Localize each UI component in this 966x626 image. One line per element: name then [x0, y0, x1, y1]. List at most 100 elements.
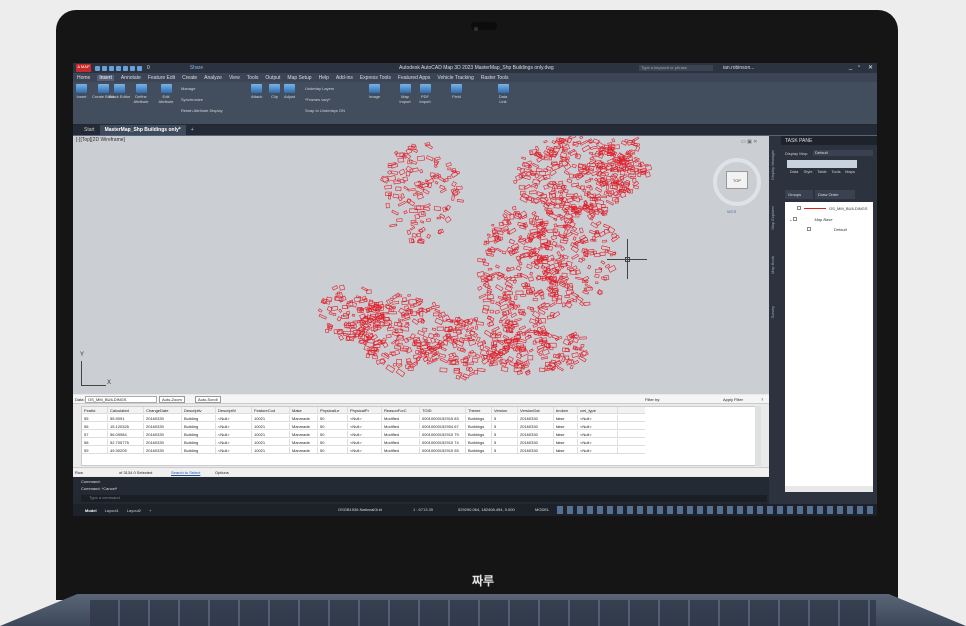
options-menu[interactable]: Options [215, 470, 229, 475]
ribbon-tab-analyze[interactable]: Analyze [204, 75, 222, 81]
data-tool[interactable]: Data [787, 160, 801, 174]
print-icon[interactable] [123, 65, 128, 71]
app-menu-button[interactable]: A MAP [76, 64, 91, 72]
column-header[interactable]: VersionDat [518, 407, 554, 413]
clip-button[interactable]: Clip [269, 84, 280, 99]
add-layout-icon[interactable]: + [145, 508, 155, 513]
map-import-button[interactable]: Map Import [397, 84, 413, 104]
open-icon[interactable] [102, 65, 107, 71]
column-header[interactable]: Calculated [108, 407, 144, 413]
table-row[interactable]: 55 55.9091 20160330 Building <Null> 10021 Manm… [82, 415, 645, 422]
underlay-layers-button[interactable]: Underlay Layers [305, 86, 334, 91]
data-link-button[interactable]: Data Link [495, 84, 511, 104]
table-row[interactable]: 59 49.30205 20160330 Building <Null> 10021 Man… [82, 447, 645, 454]
viewport-window-controls[interactable]: ▭ ▣ ✕ [741, 139, 757, 145]
column-header[interactable]: FeatureCod [252, 407, 290, 413]
ribbon-tab-map-setup[interactable]: Map Setup [287, 75, 311, 81]
side-tab-survey[interactable]: Survey [770, 306, 775, 318]
ribbon-tab-tools[interactable]: Tools [247, 75, 259, 81]
column-header[interactable]: DescriptiV [216, 407, 252, 413]
tab-draw-order[interactable]: Draw Order [815, 190, 855, 199]
wcs-menu[interactable]: WCS [727, 209, 736, 214]
restore-icon[interactable]: ▫ [858, 64, 860, 70]
close-icon[interactable]: ✕ [868, 64, 873, 71]
column-header[interactable]: broken [554, 407, 578, 413]
edit-attribute-button[interactable]: Edit Attribute [155, 84, 177, 104]
column-header[interactable]: PhysicalLe [318, 407, 348, 413]
status-toggles[interactable] [557, 506, 873, 514]
adjust-button[interactable]: Adjust [284, 84, 295, 99]
save-icon[interactable] [109, 65, 114, 71]
ribbon-tab-insert[interactable]: Insert [97, 74, 114, 81]
new-tab-icon[interactable]: + [186, 127, 199, 133]
ribbon-tab-vehicle-tracking[interactable]: Vehicle Tracking [437, 75, 473, 81]
maps-tool[interactable]: Maps [843, 160, 857, 174]
style-tool[interactable]: Style [801, 160, 815, 174]
ribbon-tab-output[interactable]: Output [265, 75, 280, 81]
table-row[interactable]: 57 56.09984 20160330 Building <Null> 10021 Man… [82, 431, 645, 438]
auto-scroll-button[interactable]: Auto-Scroll [195, 396, 221, 403]
snap-underlays-dropdown[interactable]: Snap to Underlays ON [305, 108, 345, 113]
ribbon-tab-feature-edit[interactable]: Feature Edit [148, 75, 175, 81]
checkbox-icon[interactable] [797, 206, 801, 210]
column-header[interactable]: Make [290, 407, 318, 413]
column-header[interactable]: ChangeDate [144, 407, 182, 413]
ribbon-tab-featured-apps[interactable]: Featured Apps [398, 75, 431, 81]
ribbon-tab-raster-tools[interactable]: Raster Tools [481, 75, 509, 81]
pdf-import-button[interactable]: PDF Import [417, 84, 433, 104]
layer-item-buildings[interactable]: OS_MM_BUILDINGS [797, 206, 867, 211]
side-tab-map-explorer[interactable]: Map Explorer [770, 206, 775, 230]
model-space-toggle[interactable]: MODEL [535, 507, 549, 512]
column-header[interactable]: cml_type [578, 407, 618, 413]
column-header[interactable]: FeatId [82, 407, 108, 413]
tab-drawing[interactable]: MasterMap_Shp Buildings only* [99, 125, 186, 135]
layer-item-default[interactable]: Default [807, 227, 847, 232]
manage-attributes-button[interactable]: Manage [181, 86, 195, 91]
side-tab-display-manager[interactable]: Display Manager [770, 150, 775, 180]
tab-layout2[interactable]: Layout2 [123, 508, 145, 513]
data-source-select[interactable]: OS_MM_BUILDINGS [85, 396, 157, 403]
checkbox-icon[interactable] [807, 227, 811, 231]
column-header[interactable]: Version [492, 407, 518, 413]
retain-attribute-display-button[interactable]: Retain Attribute Display [181, 108, 223, 113]
redo-icon[interactable] [137, 65, 142, 71]
auto-zoom-button[interactable]: Auto-Zoom [159, 396, 185, 403]
apply-filter-button[interactable]: Apply Filter [723, 397, 743, 402]
insert-block-button[interactable]: Insert [76, 84, 87, 99]
new-icon[interactable] [95, 65, 100, 71]
column-header[interactable]: TOID [420, 407, 466, 413]
ribbon-tab-home[interactable]: Home [77, 75, 90, 81]
coordinate-system[interactable]: OSGB1936.NationalGrid [338, 507, 382, 512]
drawing-canvas[interactable]: [-][Top][2D Wireframe] TOP WCS ▭ ▣ ✕ Y X [73, 136, 769, 394]
undo-icon[interactable] [130, 65, 135, 71]
column-header[interactable]: Theme [466, 407, 492, 413]
frames-vary-dropdown[interactable]: *Frames vary* [305, 97, 330, 102]
search-input[interactable]: Type a keyword or phrase [639, 65, 713, 71]
layer-item-map-base[interactable]: ⌄ Map Base [789, 217, 832, 222]
grid-scrollbar[interactable] [755, 406, 761, 466]
synchronize-button[interactable]: Synchronize [181, 97, 203, 102]
ribbon-tab-view[interactable]: View [229, 75, 240, 81]
help-button[interactable]: ? [761, 397, 763, 402]
ribbon-tab-help[interactable]: Help [319, 75, 329, 81]
tab-groups[interactable]: Groups [785, 190, 813, 199]
field-button[interactable]: Field [451, 84, 462, 99]
map-scale[interactable]: 1 : 6713.39 [413, 507, 433, 512]
column-header[interactable]: Descriptiv [182, 407, 216, 413]
table-row[interactable]: 58 52.705775 20160330 Building <Null> 10021 Ma… [82, 439, 645, 446]
viewcube[interactable]: TOP [726, 171, 748, 189]
define-attribute-button[interactable]: Define Attribute [129, 84, 153, 104]
layer-list-scrollbar[interactable] [785, 486, 873, 492]
attach-button[interactable]: Attach [251, 84, 262, 99]
ribbon-tab-annotate[interactable]: Annotate [121, 75, 141, 81]
tab-layout1[interactable]: Layout1 [101, 508, 123, 513]
command-input[interactable]: Type a command [81, 495, 767, 502]
minimize-icon[interactable]: _ [849, 64, 852, 70]
tab-model[interactable]: Model [81, 508, 101, 513]
side-tab-map-book[interactable]: Map Book [770, 256, 775, 274]
display-map-select[interactable]: Default [813, 150, 873, 156]
tools-tool[interactable]: Tools [829, 160, 843, 174]
tab-start[interactable]: Start [79, 127, 100, 133]
column-header[interactable]: ReasonForC [382, 407, 420, 413]
ribbon-tab-create[interactable]: Create [182, 75, 197, 81]
